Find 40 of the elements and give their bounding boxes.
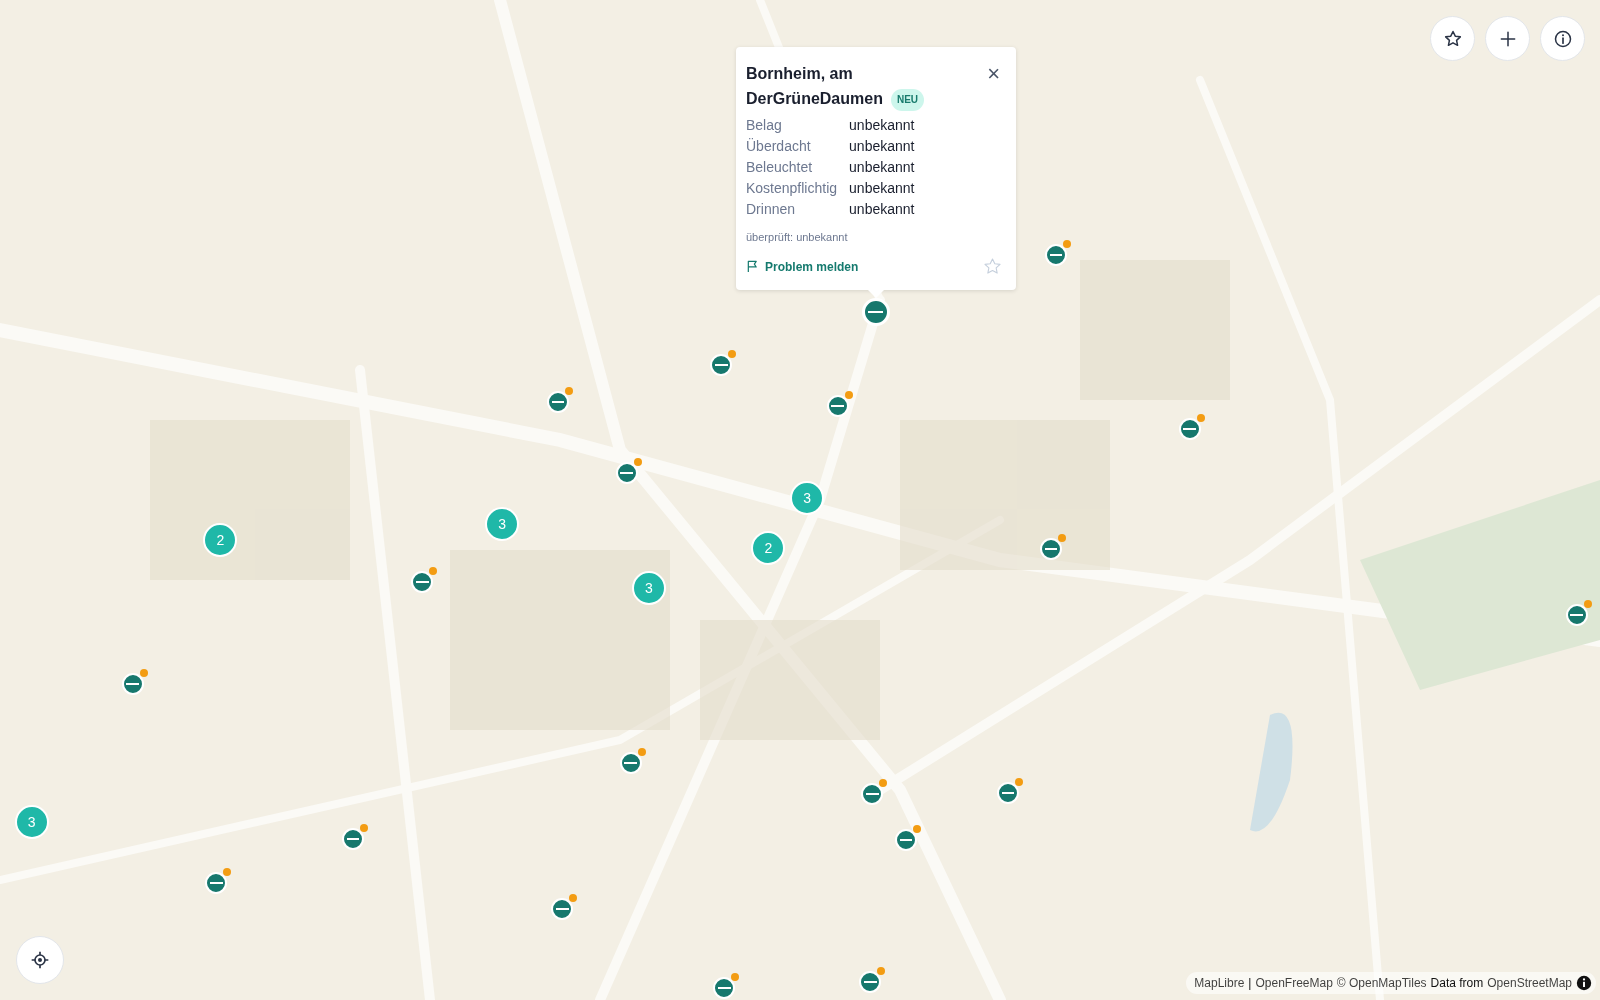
attribution-text: Data from — [1430, 976, 1484, 990]
attribution-link[interactable]: OpenFreeMap — [1255, 976, 1333, 990]
parking-marker[interactable] — [895, 828, 918, 851]
parking-marker[interactable] — [997, 781, 1020, 804]
property-label: Drinnen — [746, 201, 797, 217]
attribution-text: | — [1248, 976, 1252, 990]
info-button[interactable] — [1540, 16, 1585, 61]
verified-note: überprüft: unbekannt — [746, 231, 849, 243]
property-value: unbekannt — [849, 159, 916, 175]
parking-marker[interactable] — [861, 782, 884, 805]
new-badge: NEU — [890, 88, 925, 111]
attribution-link[interactable]: © OpenMapTiles — [1336, 976, 1427, 990]
attribution-link[interactable]: MapLibre — [1194, 976, 1245, 990]
attribution-link[interactable]: OpenStreetMap — [1487, 976, 1572, 990]
parking-marker[interactable] — [861, 298, 890, 327]
flag-icon — [746, 260, 759, 273]
parking-marker[interactable] — [205, 871, 228, 894]
close-button[interactable]: × — [985, 63, 1002, 85]
report-problem-link[interactable]: Problem melden — [746, 259, 859, 274]
property-value: unbekannt — [849, 201, 916, 217]
star-icon — [1442, 28, 1463, 49]
parking-marker[interactable] — [859, 970, 882, 993]
star-icon[interactable] — [983, 257, 1002, 276]
property-label: Überdacht — [746, 138, 812, 154]
info-icon[interactable] — [1576, 975, 1592, 991]
property-value: unbekannt — [849, 138, 916, 154]
property-label: Belag — [746, 117, 783, 133]
favorites-button[interactable] — [1430, 16, 1475, 61]
parking-marker[interactable] — [411, 570, 434, 593]
crosshair-icon — [30, 950, 50, 970]
property-value: unbekannt — [849, 117, 916, 133]
info-icon — [1552, 28, 1573, 49]
popup-title: Bornheim, am DerGrüneDaumen — [746, 65, 883, 107]
property-label: Beleuchtet — [746, 159, 814, 175]
property-value: unbekannt — [849, 180, 916, 196]
property-label: Kostenpflichtig — [746, 180, 838, 196]
parking-marker[interactable] — [342, 827, 365, 850]
parking-marker[interactable] — [713, 976, 736, 999]
add-button[interactable] — [1485, 16, 1530, 61]
locate-button[interactable] — [16, 936, 64, 984]
